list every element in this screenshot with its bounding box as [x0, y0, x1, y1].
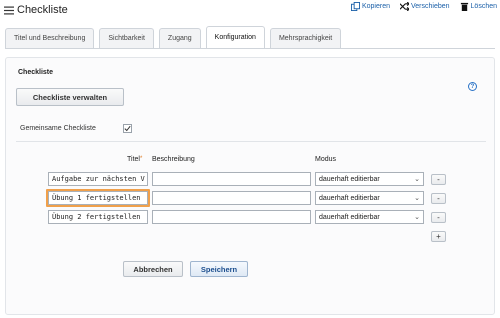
- chevron-down-icon: ⌄: [414, 176, 420, 183]
- required-mark: *: [139, 156, 143, 162]
- tab-access[interactable]: Zugang: [158, 28, 201, 48]
- tab-multilingual[interactable]: Mehrsprachigkeit: [269, 28, 342, 48]
- remove-item-button-1[interactable]: -: [431, 174, 446, 185]
- header-actions: Kopieren Verschieben Löschen: [350, 2, 497, 11]
- tab-divider: [5, 48, 495, 49]
- page-header: Checkliste Kopieren Verschieben Löschen: [0, 0, 500, 22]
- add-item-button[interactable]: +: [431, 231, 446, 242]
- shared-checklist-checkbox[interactable]: [123, 124, 132, 133]
- chevron-down-icon: ⌄: [414, 195, 420, 202]
- title-area: Checkliste: [4, 4, 68, 16]
- cancel-button[interactable]: Abbrechen: [123, 261, 183, 277]
- item-mode-select-1[interactable]: dauerhaft editierbar ⌄: [315, 172, 424, 186]
- tab-bar: Titel und Beschreibung Sichtbarkeit Zuga…: [5, 26, 342, 48]
- item-title-input-1[interactable]: Aufgabe zur nächsten V: [48, 172, 148, 186]
- tab-configuration[interactable]: Konfiguration: [205, 26, 265, 48]
- delete-action[interactable]: Löschen: [460, 2, 497, 11]
- remove-item-button-2[interactable]: -: [431, 193, 446, 204]
- delete-label: Löschen: [470, 3, 497, 10]
- section-divider: [16, 141, 486, 142]
- item-description-input-3[interactable]: [152, 210, 311, 224]
- copy-action[interactable]: Kopieren: [350, 2, 390, 11]
- shared-checklist-label: Gemeinsame Checkliste: [20, 125, 96, 132]
- item-title-input-3[interactable]: Übung 2 fertigstellen: [48, 210, 148, 224]
- help-icon[interactable]: ?: [468, 82, 477, 91]
- chevron-down-icon: ⌄: [414, 214, 420, 221]
- item-mode-value-2: dauerhaft editierbar: [319, 194, 380, 202]
- tab-visibility[interactable]: Sichtbarkeit: [99, 28, 154, 48]
- item-mode-value-3: dauerhaft editierbar: [319, 213, 380, 221]
- section-title: Checkliste: [18, 69, 54, 76]
- list-icon: [4, 6, 14, 14]
- column-title-label: Titel: [127, 156, 140, 163]
- move-action[interactable]: Verschieben: [400, 2, 450, 11]
- copy-icon: [350, 2, 360, 11]
- save-button[interactable]: Speichern: [190, 261, 248, 277]
- column-header-description: Beschreibung: [152, 156, 195, 163]
- remove-item-button-3[interactable]: -: [431, 212, 446, 223]
- item-title-input-2[interactable]: Übung 1 fertigstellen: [48, 191, 148, 205]
- item-description-input-2[interactable]: [152, 191, 311, 205]
- move-icon: [400, 2, 409, 11]
- checkmark-icon: [124, 125, 131, 132]
- trash-icon: [460, 2, 468, 11]
- column-header-title: Titel*: [127, 156, 142, 163]
- tab-title-description[interactable]: Titel und Beschreibung: [5, 28, 95, 48]
- page-title: Checkliste: [17, 4, 68, 16]
- item-mode-select-3[interactable]: dauerhaft editierbar ⌄: [315, 210, 424, 224]
- copy-label: Kopieren: [361, 3, 390, 10]
- manage-checklist-button[interactable]: Checkliste verwalten: [16, 88, 124, 106]
- column-header-mode: Modus: [315, 156, 337, 163]
- move-label: Verschieben: [411, 3, 450, 10]
- configuration-panel: Checkliste Checkliste verwalten ? Gemein…: [5, 57, 495, 315]
- item-description-input-1[interactable]: [152, 172, 311, 186]
- item-mode-value-1: dauerhaft editierbar: [319, 175, 380, 183]
- item-mode-select-2[interactable]: dauerhaft editierbar ⌄: [315, 191, 424, 205]
